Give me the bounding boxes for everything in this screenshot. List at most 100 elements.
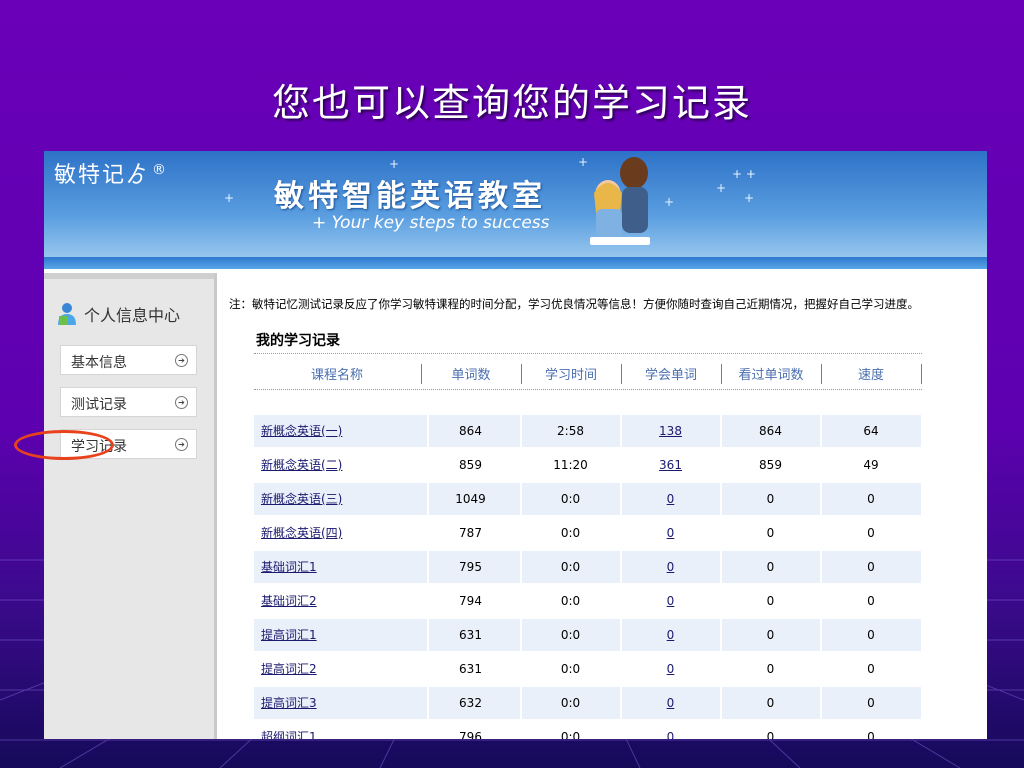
cell-seen: 0 (766, 594, 775, 608)
students-illustration (590, 157, 650, 245)
learned-words-link[interactable]: 0 (667, 526, 675, 540)
cell-learned[interactable]: 0 (621, 687, 722, 719)
sparkle-icon: + (744, 191, 755, 205)
cell-words: 1049 (421, 483, 522, 515)
cell-name-link[interactable]: 新概念英语(一) (254, 415, 429, 447)
cell-speed: 0 (867, 662, 875, 676)
cell-learned[interactable]: 0 (621, 483, 722, 515)
learned-words-link[interactable]: 0 (667, 492, 675, 506)
info-note: 注：敏特记忆测试记录反应了你学习敏特课程的时间分配，学习优良情况等信息！方便你随… (229, 297, 919, 311)
cell-learned[interactable]: 0 (621, 619, 722, 651)
cell-learned[interactable]: 361 (621, 449, 720, 481)
sidebar-top-edge (44, 273, 214, 279)
personal-center-title: 个人信息中心 (56, 301, 180, 327)
cell-words: 632 (421, 687, 522, 719)
cell-speed: 0 (867, 594, 875, 608)
cell-time: 0:0 (521, 687, 622, 719)
cell-time: 0:0 (560, 662, 581, 676)
cell-time: 11:20 (553, 458, 588, 472)
cell-speed: 0 (821, 551, 923, 583)
user-icon (58, 303, 76, 325)
cell-words: 631 (421, 619, 522, 651)
arrow-right-icon: ➔ (175, 438, 188, 451)
learned-words-link[interactable]: 0 (667, 696, 675, 710)
cell-speed: 0 (867, 526, 875, 540)
sidebar-item-study-records[interactable]: 学习记录 ➔ (60, 429, 197, 459)
cell-time: 0:0 (560, 730, 581, 739)
cell-words: 859 (459, 458, 482, 472)
learned-words-link[interactable]: 0 (667, 560, 675, 574)
learned-words-link[interactable]: 0 (667, 730, 675, 739)
banner-title: 敏特智能英语教室 (274, 179, 546, 214)
cell-time: 0:0 (521, 619, 622, 651)
table-row: 新概念英语(四) 787 0:0 0 0 0 (254, 517, 922, 549)
cell-name-link[interactable]: 超纲词汇1 (254, 721, 427, 739)
cell-name-link[interactable]: 新概念英语(三) (254, 483, 429, 515)
cell-learned[interactable]: 0 (621, 585, 720, 617)
cell-seen: 859 (759, 458, 782, 472)
cell-speed: 0 (821, 483, 923, 515)
table-row: 提高词汇2 631 0:0 0 0 0 (254, 653, 922, 685)
sidebar: 个人信息中心 基本信息 ➔ 测试记录 ➔ 学习记录 ➔ (44, 273, 217, 739)
cell-seen: 0 (721, 483, 822, 515)
sparkle-icon: + + (732, 167, 756, 181)
brand-logo: 敏特记ゟ ® (54, 161, 169, 188)
column-separator (921, 364, 922, 384)
cell-seen: 0 (766, 526, 775, 540)
sidebar-item-label: 测试记录 (71, 397, 127, 413)
arrow-right-icon: ➔ (175, 396, 188, 409)
learned-words-link[interactable]: 138 (659, 424, 682, 438)
table-row: 新概念英语(一) 864 2:58 138 864 64 (254, 415, 923, 447)
learned-words-link[interactable]: 0 (667, 628, 675, 642)
table-row: 新概念英语(三) 1049 0:0 0 0 0 (254, 483, 923, 515)
sidebar-item-test-records[interactable]: 测试记录 ➔ (60, 387, 197, 417)
cell-seen: 0 (766, 662, 775, 676)
sparkle-icon: + (664, 195, 675, 209)
cell-name-link[interactable]: 提高词汇1 (254, 619, 429, 651)
cell-time: 0:0 (560, 526, 581, 540)
learned-words-link[interactable]: 0 (667, 662, 675, 676)
cell-words: 796 (459, 730, 482, 739)
sparkle-icon: + (224, 191, 235, 205)
divider (254, 353, 922, 354)
arrow-right-icon: ➔ (175, 354, 188, 367)
cell-speed: 0 (821, 687, 923, 719)
cell-name-link[interactable]: 提高词汇2 (254, 653, 427, 685)
sparkle-icon: + (389, 157, 400, 171)
cell-learned[interactable]: 0 (621, 721, 720, 739)
cell-name-link[interactable]: 新概念英语(二) (254, 449, 427, 481)
cell-words: 631 (459, 662, 482, 676)
cell-learned[interactable]: 0 (621, 517, 720, 549)
table-row: 基础词汇2 794 0:0 0 0 0 (254, 585, 922, 617)
cell-learned[interactable]: 0 (621, 653, 720, 685)
column-header-course: 课程名称 (310, 368, 363, 383)
banner-bar (44, 257, 987, 269)
cell-learned[interactable]: 0 (621, 551, 722, 583)
site-banner: 敏特记ゟ ® 敏特智能英语教室 + Your key steps to succe… (44, 151, 987, 269)
cell-time: 0:0 (521, 483, 622, 515)
cell-seen: 0 (721, 551, 822, 583)
cell-speed: 49 (863, 458, 879, 472)
table-row: 基础词汇1 795 0:0 0 0 0 (254, 551, 923, 583)
cell-name-link[interactable]: 基础词汇1 (254, 551, 429, 583)
sparkle-icon: + (716, 181, 727, 195)
cell-name-link[interactable]: 新概念英语(四) (254, 517, 427, 549)
divider (254, 389, 922, 390)
cell-seen: 0 (766, 730, 775, 739)
table-row: 提高词汇1 631 0:0 0 0 0 (254, 619, 923, 651)
learned-words-link[interactable]: 0 (667, 594, 675, 608)
cell-seen: 0 (721, 687, 822, 719)
cell-seen: 864 (721, 415, 822, 447)
cell-learned[interactable]: 138 (621, 415, 722, 447)
section-title: 我的学习记录 (256, 333, 340, 349)
learned-words-link[interactable]: 361 (659, 458, 682, 472)
personal-center-label: 个人信息中心 (84, 306, 181, 325)
sidebar-item-basic-info[interactable]: 基本信息 ➔ (60, 345, 197, 375)
cell-time: 2:58 (521, 415, 622, 447)
slide-title: 您也可以查询您的学习记录 (271, 81, 752, 125)
cell-speed: 0 (867, 730, 875, 739)
table-row: 超纲词汇1 796 0:0 0 0 0 (254, 721, 922, 739)
column-header-words: 单词数 (451, 368, 491, 383)
cell-name-link[interactable]: 基础词汇2 (254, 585, 427, 617)
cell-name-link[interactable]: 提高词汇3 (254, 687, 429, 719)
